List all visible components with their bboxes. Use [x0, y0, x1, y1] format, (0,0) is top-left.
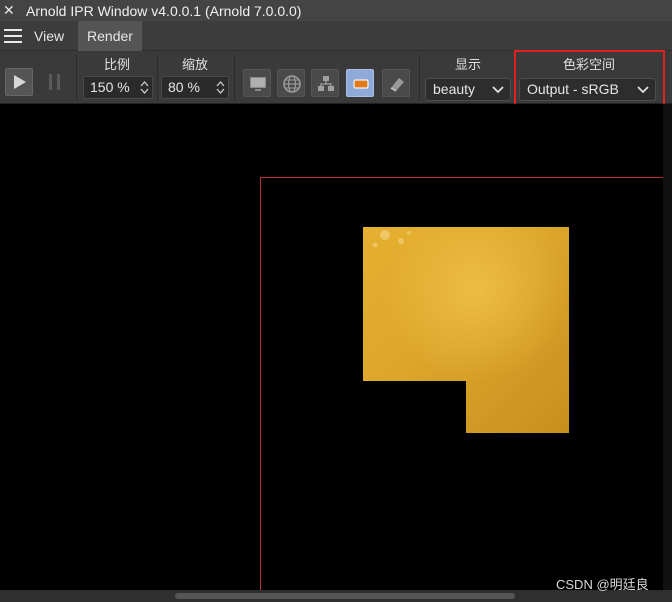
monitor-button[interactable]	[243, 69, 271, 97]
scale-spinbox[interactable]: 150 %	[83, 76, 153, 99]
play-icon	[14, 75, 26, 89]
spin-arrows-icon[interactable]	[216, 80, 225, 95]
spin-arrows-icon[interactable]	[140, 80, 149, 95]
play-button[interactable]	[5, 68, 33, 96]
display-value: beauty	[433, 81, 476, 97]
exposure-spinbox[interactable]: 80 %	[161, 76, 229, 99]
scale-label: 比例	[103, 57, 130, 72]
globe-icon	[283, 75, 301, 93]
network-icon	[318, 76, 334, 91]
render-viewport[interactable]	[0, 104, 672, 590]
render-image	[363, 227, 569, 433]
hamburger-menu-icon[interactable]	[4, 29, 22, 43]
region-icon	[353, 79, 369, 89]
window-title: Arnold IPR Window v4.0.0.1 (Arnold 7.0.0…	[26, 2, 302, 19]
pause-icon	[49, 74, 60, 90]
vertical-scrollbar[interactable]	[663, 104, 672, 590]
title-bar: ✕ Arnold IPR Window v4.0.0.1 (Arnold 7.0…	[0, 0, 672, 21]
exposure-value: 80 %	[168, 79, 200, 95]
watermark: CSDN @明廷良	[556, 577, 649, 592]
display-label: 显示	[454, 57, 481, 72]
separator	[419, 55, 420, 101]
network-button[interactable]	[311, 69, 339, 97]
menu-view[interactable]: View	[34, 21, 64, 51]
menu-render[interactable]: Render	[78, 21, 142, 51]
exposure-label: 缩放	[181, 57, 208, 72]
region-button[interactable]	[346, 69, 374, 97]
eraser-button[interactable]	[382, 69, 410, 97]
scrollbar-thumb[interactable]	[175, 593, 515, 599]
pause-button[interactable]	[42, 68, 68, 96]
chevron-down-icon	[492, 86, 504, 94]
separator	[234, 55, 235, 101]
close-icon[interactable]: ✕	[3, 0, 17, 21]
scale-value: 150 %	[90, 79, 130, 95]
globe-button[interactable]	[277, 69, 305, 97]
eraser-icon	[390, 78, 404, 92]
separator	[157, 55, 158, 101]
monitor-icon	[250, 77, 266, 91]
display-dropdown[interactable]: beauty	[425, 78, 511, 101]
menu-bar: View Render	[0, 21, 672, 51]
separator	[76, 55, 77, 101]
